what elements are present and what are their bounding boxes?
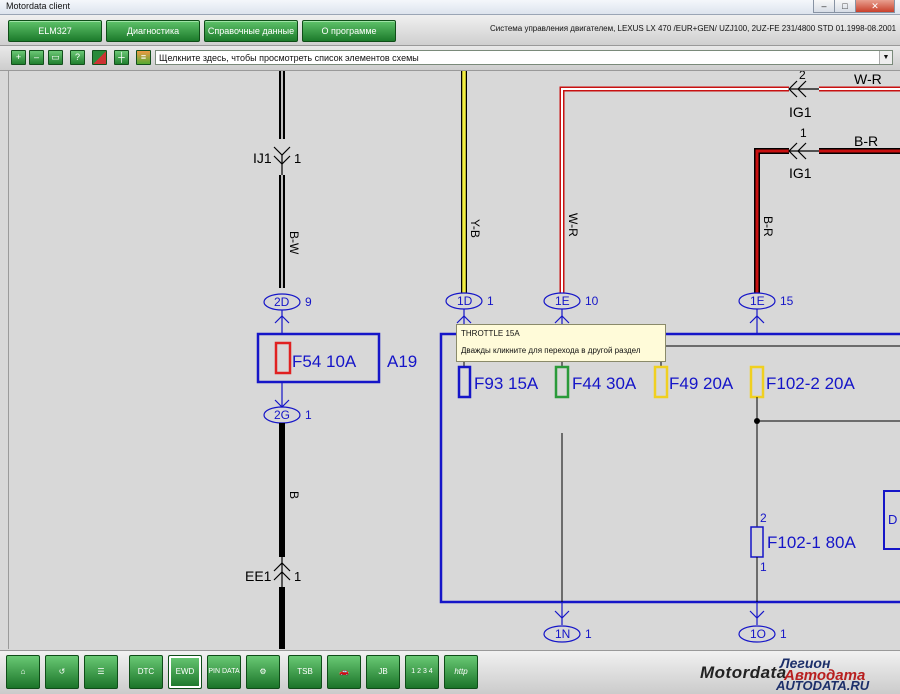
jb-icon: JB	[378, 667, 388, 676]
connector-ig1-bottom-name: IG1	[789, 165, 812, 181]
vehicle-system-title: Система управления двигателем, LEXUS LX …	[490, 24, 897, 33]
connector-ig1-top-pin: 2	[799, 71, 806, 82]
tools-button[interactable]: ⚙	[246, 655, 280, 689]
connector-ig1-bottom[interactable]	[788, 142, 819, 160]
fuse-f54-label: F54 10A	[292, 352, 357, 371]
home-button[interactable]: ⌂	[6, 655, 40, 689]
wire-label-b-r: B-R	[761, 216, 775, 237]
close-button[interactable]: ✕	[855, 0, 895, 13]
fuse-f102-1-label: F102-1 80A	[767, 533, 856, 552]
fuse-f93-symbol[interactable]	[457, 365, 472, 399]
connector-1e-10-name: 1E	[555, 294, 570, 308]
pin-data-icon: PIN DATA	[208, 668, 240, 675]
fuse-f49-label: F49 20A	[669, 374, 734, 393]
wire-label-w-r-right: W-R	[854, 71, 882, 87]
connector-ee1-name: EE1	[245, 568, 272, 584]
logo-line-3: AUTODATA.RU	[776, 678, 870, 693]
connector-1o-pin: 1	[780, 627, 787, 641]
fuse-f54-symbol[interactable]	[274, 341, 292, 375]
tsb-button[interactable]: TSB	[288, 655, 322, 689]
tab-reference-data[interactable]: Справочные данные	[204, 20, 298, 42]
connector-ee1[interactable]	[273, 557, 291, 587]
tab-elm327[interactable]: ELM327	[8, 20, 102, 42]
zoom-in-icon[interactable]: +	[11, 50, 26, 65]
palette-icon[interactable]: ≡	[136, 50, 151, 65]
connector-ij1[interactable]	[273, 146, 291, 175]
component-d-label: D	[888, 512, 897, 527]
connector-1d-name: 1D	[457, 294, 473, 308]
minimize-button[interactable]: –	[813, 0, 835, 13]
connector-2d-pin: 9	[305, 295, 312, 309]
wire-label-y-b: Y-B	[468, 219, 482, 238]
dtc-button[interactable]: DTC	[129, 655, 163, 689]
connector-2g-pin: 1	[305, 408, 312, 422]
bottom-toolbar: ⌂ ↺ ☰ DTC EWD PIN DATA ⚙ TSB 🚗 JB 1 2 3 …	[0, 650, 900, 694]
ewd-button[interactable]: EWD	[168, 655, 202, 689]
maximize-button[interactable]: □	[834, 0, 856, 13]
color-mode-icon[interactable]	[92, 50, 107, 65]
zoom-fit-icon[interactable]: ▭	[48, 50, 63, 65]
back-button[interactable]: ↺	[45, 655, 79, 689]
connector-ij1-name: IJ1	[253, 150, 272, 166]
dtc-icon: DTC	[137, 667, 155, 676]
window-titlebar: Motordata client – □ ✕	[0, 0, 900, 15]
fuse-f102-1-symbol[interactable]	[750, 526, 764, 558]
vehicle-button[interactable]: 🚗	[327, 655, 361, 689]
wiring-diagram-canvas[interactable]: B-W IJ1 1 2D 9 F54 10A A19 2G 1 B EE1 1 …	[8, 71, 900, 649]
wire-label-w-r: W-R	[566, 213, 580, 237]
block-a19-label: A19	[387, 352, 417, 371]
connector-ee1-pin: 1	[294, 569, 301, 584]
tab-about[interactable]: О программе	[302, 20, 396, 42]
connector-1e-15-name: 1E	[750, 294, 765, 308]
autodata-logo: Легион Автодата AUTODATA.RU	[770, 653, 890, 693]
fuse-f44-label: F44 30A	[572, 374, 637, 393]
connector-1n-pin: 1	[585, 627, 592, 641]
ewd-icon: EWD	[175, 667, 195, 676]
window-title: Motordata client	[6, 1, 71, 11]
connector-ig1-top-name: IG1	[789, 104, 812, 120]
wire-label-b-r-right: B-R	[854, 133, 878, 149]
fuse-f93-label: F93 15A	[474, 374, 539, 393]
connector-ig1-bottom-pin: 1	[800, 126, 807, 140]
wire-label-b: B	[287, 491, 301, 499]
connector-1d-pin: 1	[487, 294, 494, 308]
element-list-text: Щелкните здесь, чтобы просмотреть список…	[159, 53, 419, 63]
fuse-f44-symbol[interactable]	[554, 365, 570, 399]
element-list-combo[interactable]: Щелкните здесь, чтобы просмотреть список…	[155, 50, 893, 65]
fuse-tooltip: THROTTLE 15A Дважды кликните для переход…	[456, 324, 666, 362]
connector-2g-name: 2G	[274, 408, 290, 422]
help-icon[interactable]: ?	[70, 50, 85, 65]
diagram-toolbar: + – ▭ ? ┼ ≡ Щелкните здесь, чтобы просмо…	[0, 46, 900, 71]
tab-diagnostics[interactable]: Диагностика	[106, 20, 200, 42]
connector-ig1-top[interactable]	[788, 80, 819, 98]
jb-button[interactable]: JB	[366, 655, 400, 689]
connector-ij1-pin: 1	[294, 151, 301, 166]
codes-icon: 1 2 3 4	[411, 668, 433, 675]
tooltip-title: THROTTLE 15A	[461, 329, 520, 338]
connector-2d-name: 2D	[274, 295, 290, 309]
connector-1e-15-pin: 15	[780, 294, 794, 308]
web-icon: http	[454, 667, 468, 676]
codes-button[interactable]: 1 2 3 4	[405, 655, 439, 689]
fuse-f102-2-label: F102-2 20A	[766, 374, 855, 393]
wire-label-b-w: B-W	[287, 231, 301, 255]
fuse-f102-1-pin-top: 2	[760, 511, 767, 525]
zoom-out-icon[interactable]: –	[29, 50, 44, 65]
main-menubar: ELM327 Диагностика Справочные данные О п…	[0, 15, 900, 46]
tsb-icon: TSB	[297, 667, 313, 676]
pin-data-button[interactable]: PIN DATA	[207, 655, 241, 689]
connector-1n-name: 1N	[555, 627, 570, 641]
fuse-f102-1-pin-bottom: 1	[760, 560, 767, 574]
fuse-f49-symbol[interactable]	[653, 365, 669, 399]
web-button[interactable]: http	[444, 655, 478, 689]
connector-1o-name: 1O	[750, 627, 766, 641]
list-button[interactable]: ☰	[84, 655, 118, 689]
tooltip-hint: Дважды кликните для перехода в другой ра…	[461, 346, 641, 355]
chevron-down-icon[interactable]: ▼	[879, 51, 892, 64]
wire-mode-icon[interactable]: ┼	[114, 50, 129, 65]
fuse-f102-2-symbol[interactable]	[749, 365, 765, 399]
connector-1e-10-pin: 10	[585, 294, 599, 308]
